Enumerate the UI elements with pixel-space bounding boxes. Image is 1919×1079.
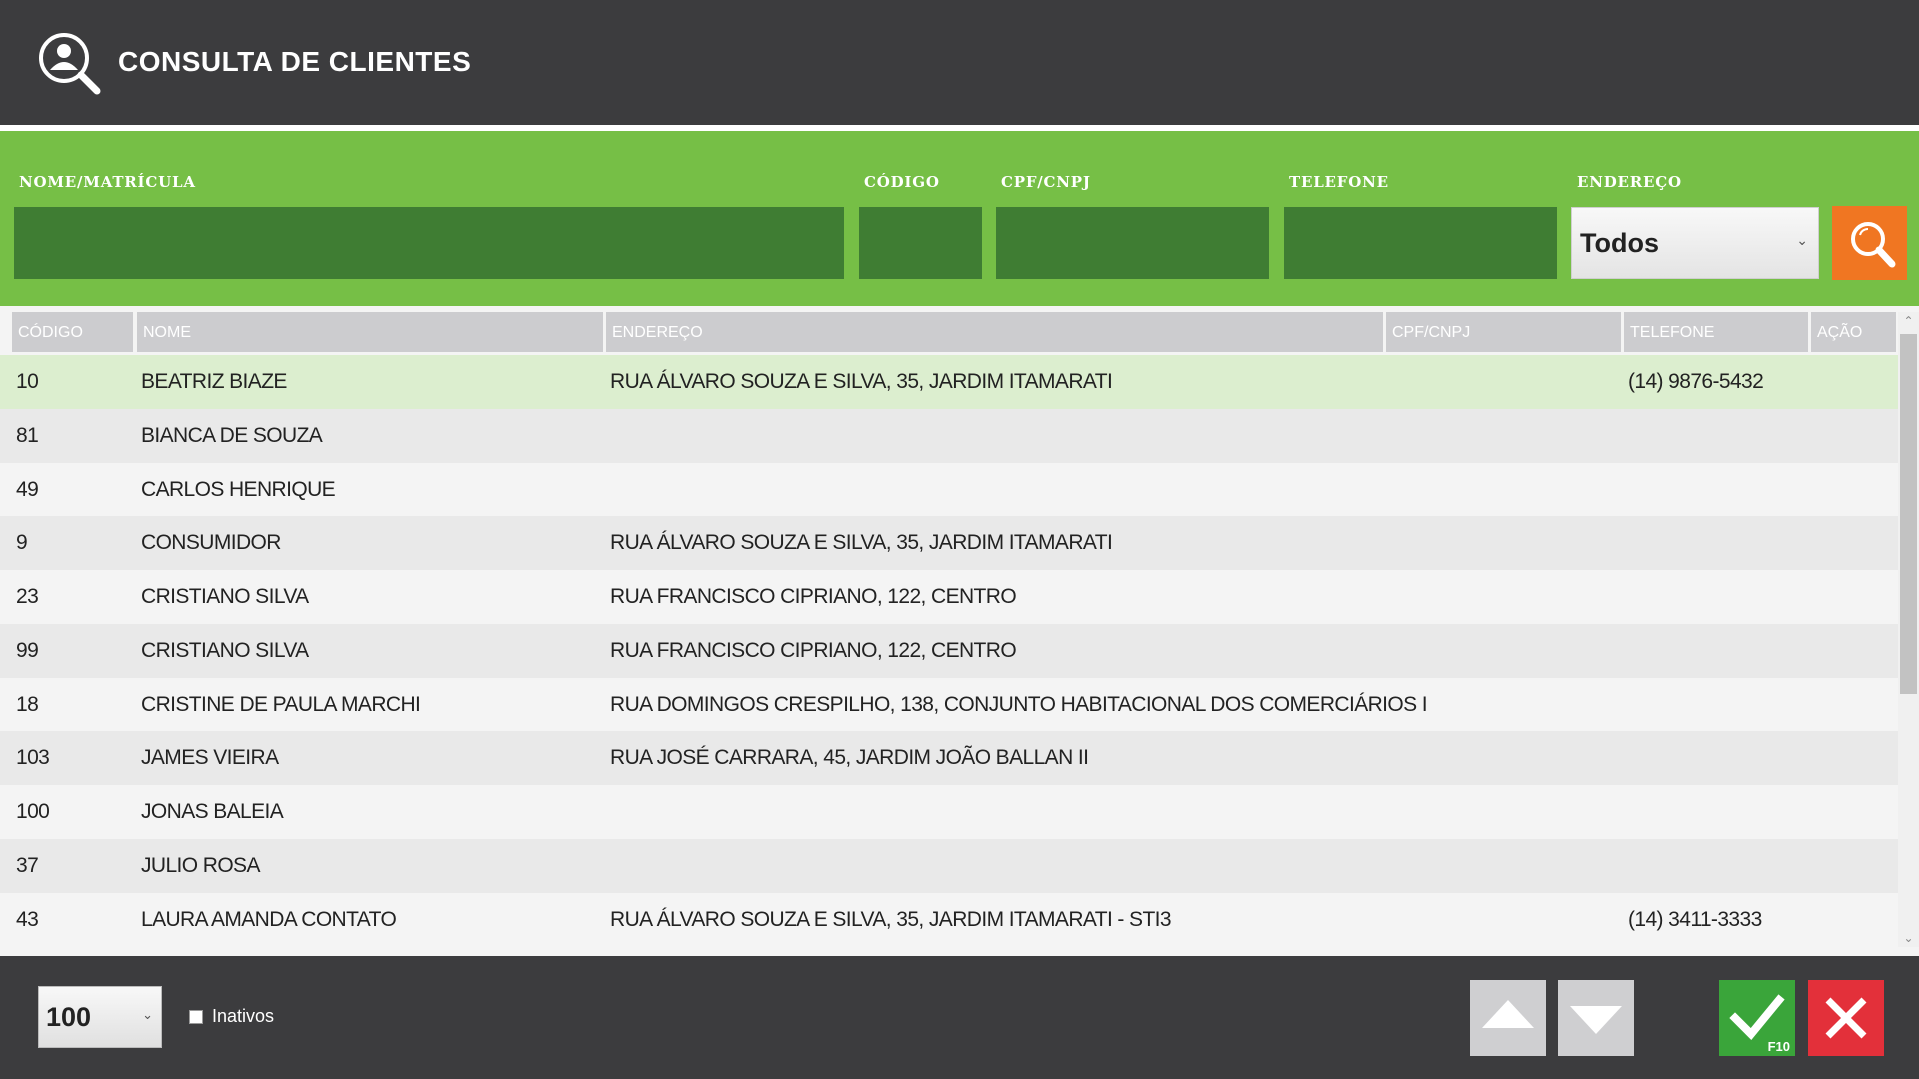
filter-panel: NOME/MATRÍCULA CÓDIGO CPF/CNPJ TELEFONE … <box>0 131 1919 306</box>
scrollbar-thumb[interactable] <box>1900 334 1917 694</box>
header-bar: CONSULTA DE CLIENTES <box>0 0 1919 125</box>
cell-nome: BEATRIZ BIAZE <box>141 370 287 393</box>
cell-codigo: 43 <box>16 908 39 931</box>
endereco-select-value: Todos <box>1580 228 1659 258</box>
user-search-icon <box>39 33 101 95</box>
cell-codigo: 23 <box>16 585 39 608</box>
cell-codigo: 9 <box>16 531 28 554</box>
table-row[interactable]: 43 LAURA AMANDA CONTATO RUA ÁLVARO SOUZA… <box>0 893 1898 947</box>
column-header-acao: AÇÃO <box>1811 312 1896 352</box>
table-row[interactable]: 100 JONAS BALEIA <box>0 785 1898 839</box>
cell-nome: CONSUMIDOR <box>141 531 281 554</box>
table-row[interactable]: 81 BIANCA DE SOUZA <box>0 409 1898 463</box>
cell-nome: BIANCA DE SOUZA <box>141 424 323 447</box>
page-size-value: 100 <box>46 1002 92 1032</box>
arrow-down-icon <box>1570 1006 1622 1034</box>
column-header-cpf[interactable]: CPF/CNPJ <box>1386 312 1621 352</box>
cell-nome: CRISTINE DE PAULA MARCHI <box>141 693 421 716</box>
table-header: CÓDIGO NOME ENDEREÇO CPF/CNPJ TELEFONE A… <box>0 312 1898 352</box>
scroll-up-icon[interactable]: ⌃ <box>1898 312 1919 330</box>
cell-nome: JAMES VIEIRA <box>141 746 279 769</box>
cell-nome: CRISTIANO SILVA <box>141 639 309 662</box>
column-header-codigo[interactable]: CÓDIGO <box>12 312 133 352</box>
table-row[interactable]: 103 JAMES VIEIRA RUA JOSÉ CARRARA, 45, J… <box>0 731 1898 785</box>
page-size-select[interactable]: 100 ⌄ <box>38 986 162 1048</box>
nome-input[interactable] <box>14 207 844 279</box>
footer-bar: 100 ⌄ Inativos F10 <box>0 956 1919 1079</box>
table-row[interactable]: 23 CRISTIANO SILVA RUA FRANCISCO CIPRIAN… <box>0 570 1898 624</box>
cell-endereco: RUA FRANCISCO CIPRIANO, 122, CENTRO <box>610 585 1017 608</box>
cancel-button[interactable] <box>1808 980 1884 1056</box>
table-row[interactable]: 37 JULIO ROSA <box>0 839 1898 893</box>
codigo-label: CÓDIGO <box>864 173 940 191</box>
table-bottom-edge <box>0 947 1919 956</box>
cell-endereco: RUA JOSÉ CARRARA, 45, JARDIM JOÃO BALLAN… <box>610 746 1089 769</box>
cell-codigo: 49 <box>16 478 39 501</box>
search-icon <box>1851 222 1896 268</box>
arrow-up-icon <box>1482 1000 1534 1028</box>
nome-label: NOME/MATRÍCULA <box>19 173 196 191</box>
table-row[interactable]: 49 CARLOS HENRIQUE <box>0 463 1898 517</box>
table-row[interactable]: 9 CONSUMIDOR RUA ÁLVARO SOUZA E SILVA, 3… <box>0 516 1898 570</box>
cell-codigo: 99 <box>16 639 39 662</box>
cell-nome: JULIO ROSA <box>141 854 260 877</box>
telefone-input[interactable] <box>1284 207 1557 279</box>
cell-endereco: RUA FRANCISCO CIPRIANO, 122, CENTRO <box>610 639 1017 662</box>
codigo-input[interactable] <box>859 207 982 279</box>
inativos-label: Inativos <box>212 1006 275 1026</box>
column-header-endereco[interactable]: ENDEREÇO <box>606 312 1383 352</box>
telefone-label: TELEFONE <box>1289 173 1389 191</box>
chevron-down-icon: ⌄ <box>1796 232 1808 248</box>
cell-codigo: 103 <box>16 746 50 769</box>
endereco-label: ENDEREÇO <box>1577 173 1682 191</box>
confirm-shortcut: F10 <box>1767 1039 1790 1054</box>
table-body: 10 BEATRIZ BIAZE RUA ÁLVARO SOUZA E SILV… <box>0 355 1898 947</box>
move-down-button[interactable] <box>1558 980 1634 1056</box>
page-title: CONSULTA DE CLIENTES <box>118 46 472 77</box>
cell-codigo: 100 <box>16 800 50 823</box>
search-button[interactable] <box>1832 206 1907 280</box>
move-up-button[interactable] <box>1470 980 1546 1056</box>
scroll-down-icon[interactable]: ⌄ <box>1898 929 1919 947</box>
confirm-button[interactable]: F10 <box>1719 980 1795 1056</box>
cell-endereco: RUA ÁLVARO SOUZA E SILVA, 35, JARDIM ITA… <box>610 370 1113 393</box>
table-row[interactable]: 18 CRISTINE DE PAULA MARCHI RUA DOMINGOS… <box>0 678 1898 732</box>
cell-nome: CARLOS HENRIQUE <box>141 478 336 501</box>
close-icon <box>1825 997 1867 1039</box>
cpf-label: CPF/CNPJ <box>1001 173 1091 191</box>
cell-nome: LAURA AMANDA CONTATO <box>141 908 397 931</box>
cell-telefone: (14) 9876-5432 <box>1628 370 1764 393</box>
table-row[interactable]: 10 BEATRIZ BIAZE RUA ÁLVARO SOUZA E SILV… <box>0 355 1898 409</box>
cell-codigo: 81 <box>16 424 39 447</box>
chevron-down-icon: ⌄ <box>142 1007 153 1022</box>
column-header-telefone[interactable]: TELEFONE <box>1624 312 1808 352</box>
cell-endereco: RUA DOMINGOS CRESPILHO, 138, CONJUNTO HA… <box>610 693 1428 716</box>
cell-endereco: RUA ÁLVARO SOUZA E SILVA, 35, JARDIM ITA… <box>610 908 1172 931</box>
table-scrollbar[interactable]: ⌃ ⌄ <box>1898 312 1919 947</box>
inativos-checkbox[interactable] <box>189 1010 203 1024</box>
cell-codigo: 37 <box>16 854 39 877</box>
cpf-input[interactable] <box>996 207 1269 279</box>
cell-nome: CRISTIANO SILVA <box>141 585 309 608</box>
cell-endereco: RUA ÁLVARO SOUZA E SILVA, 35, JARDIM ITA… <box>610 531 1113 554</box>
cell-telefone: (14) 3411-3333 <box>1628 908 1762 931</box>
column-header-nome[interactable]: NOME <box>137 312 603 352</box>
cell-codigo: 10 <box>16 370 39 393</box>
table-row[interactable]: 99 CRISTIANO SILVA RUA FRANCISCO CIPRIAN… <box>0 624 1898 678</box>
cell-nome: JONAS BALEIA <box>141 800 284 823</box>
cell-codigo: 18 <box>16 693 39 716</box>
endereco-select[interactable]: Todos ⌄ <box>1571 207 1819 279</box>
